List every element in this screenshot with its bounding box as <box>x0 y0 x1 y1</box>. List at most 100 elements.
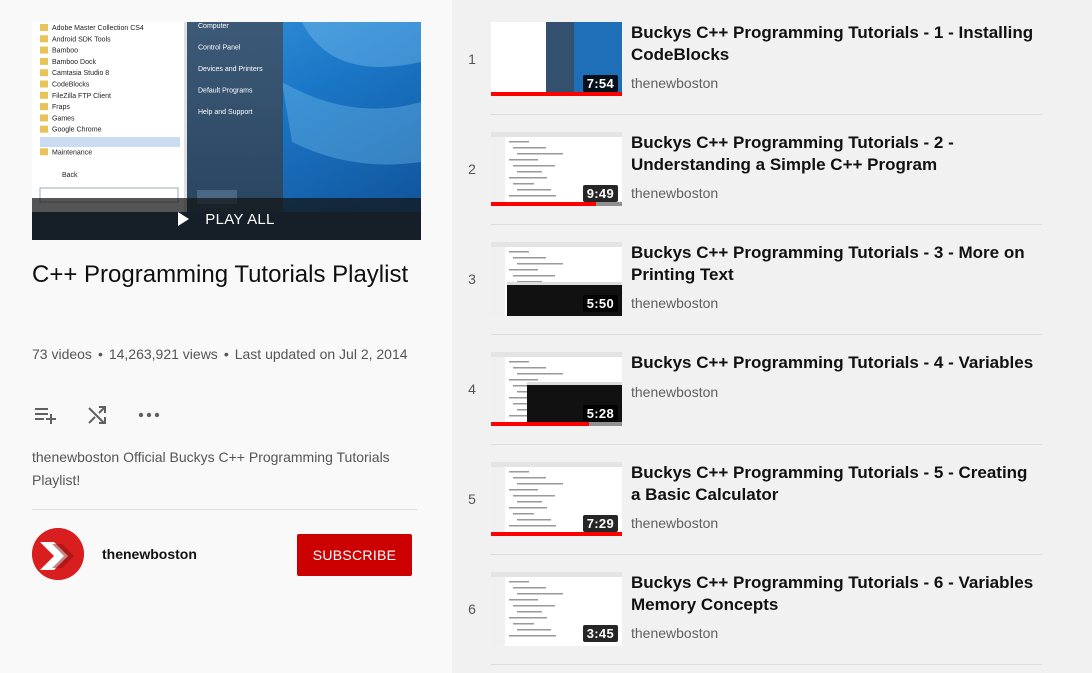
code-line <box>509 141 529 143</box>
view-count: 14,263,921 views <box>108 346 218 362</box>
shuffle-button[interactable] <box>84 402 110 428</box>
list-separator <box>491 664 1042 665</box>
code-line <box>517 263 563 265</box>
code-line <box>509 159 538 161</box>
playlist-video-item[interactable]: 3 5:50 Buckys C++ Programming Tutorials - … <box>452 220 1092 335</box>
playlist-thumbnail[interactable]: Adobe Master Collection CS4 Android SDK T… <box>32 22 421 240</box>
video-title[interactable]: Buckys C++ Programming Tutorials - 4 - V… <box>631 352 1041 374</box>
code-line <box>509 489 538 491</box>
code-line <box>513 183 534 185</box>
video-thumbnail[interactable]: 5:50 <box>491 242 622 316</box>
stats-separator: • <box>223 346 229 362</box>
folder-icon <box>40 24 48 31</box>
video-title[interactable]: Buckys C++ Programming Tutorials - 3 - M… <box>631 242 1041 286</box>
channel-name[interactable]: thenewboston <box>102 546 197 562</box>
add-to-queue-icon <box>35 408 56 424</box>
playlist-video-item[interactable]: 5 7:29 Buckys C++ Programming Tutorials - … <box>452 440 1092 555</box>
play-all-label: PLAY ALL <box>205 210 275 228</box>
video-channel[interactable]: thenewboston <box>631 625 718 641</box>
folder-icon <box>40 148 48 156</box>
video-title[interactable]: Buckys C++ Programming Tutorials - 1 - I… <box>631 22 1041 66</box>
folder-icon <box>40 35 48 43</box>
start-menu-program: Camtasia Studio 8 <box>52 70 109 77</box>
playlist-sidebar: Adobe Master Collection CS4 Android SDK T… <box>0 0 452 673</box>
video-thumbnail[interactable]: 3:45 <box>491 572 622 646</box>
start-menu-program: Fraps <box>52 104 70 111</box>
start-menu-program: Android SDK Tools <box>52 36 111 43</box>
start-menu-program: Bamboo <box>52 48 78 55</box>
code-line <box>517 153 563 155</box>
video-channel[interactable]: thenewboston <box>631 185 718 201</box>
code-line <box>517 593 563 595</box>
play-all-button[interactable]: PLAY ALL <box>32 198 421 240</box>
code-line <box>517 189 551 191</box>
code-line <box>509 599 538 601</box>
video-channel[interactable]: thenewboston <box>631 295 718 311</box>
code-line <box>517 483 563 485</box>
code-line <box>509 269 538 271</box>
play-icon <box>178 212 190 226</box>
start-menu-link: Devices and Printers <box>198 66 263 73</box>
code-line <box>513 623 534 625</box>
code-line <box>509 471 529 473</box>
more-icon <box>138 412 160 418</box>
video-index: 6 <box>468 601 476 617</box>
video-index: 2 <box>468 161 476 177</box>
folder-icon <box>40 125 48 133</box>
channel-avatar[interactable] <box>32 528 84 580</box>
start-menu-program: Bamboo Dock <box>52 59 96 66</box>
code-line <box>513 147 546 149</box>
stats-separator: • <box>97 346 103 362</box>
video-thumbnail[interactable]: 5:28 <box>491 352 622 426</box>
add-to-queue-button[interactable] <box>32 402 58 428</box>
thenewboston-logo-icon <box>32 528 84 580</box>
code-line <box>513 257 546 259</box>
start-menu-program: FileZilla FTP Client <box>52 93 111 100</box>
code-line <box>517 501 542 503</box>
shuffle-icon <box>88 406 106 424</box>
divider <box>32 509 417 510</box>
code-line <box>513 275 555 277</box>
code-line <box>509 251 529 253</box>
watch-progress-bar <box>491 422 589 426</box>
folder-icon <box>40 46 48 54</box>
video-index: 1 <box>468 51 476 67</box>
playlist-description: thenewboston Official Buckys C++ Program… <box>32 449 390 488</box>
playlist-title[interactable]: C++ Programming Tutorials Playlist <box>32 258 412 291</box>
video-thumbnail[interactable]: 7:29 <box>491 462 622 536</box>
video-thumbnail[interactable]: 7:54 <box>491 22 622 96</box>
video-index: 3 <box>468 271 476 287</box>
video-title[interactable]: Buckys C++ Programming Tutorials - 5 - C… <box>631 462 1041 506</box>
video-title[interactable]: Buckys C++ Programming Tutorials - 6 - V… <box>631 572 1041 616</box>
video-channel[interactable]: thenewboston <box>631 75 718 91</box>
playlist-video-item[interactable]: 6 3:45 Buckys C++ Programming Tutorials - … <box>452 550 1092 665</box>
code-line <box>509 195 556 197</box>
start-menu-program: Games <box>52 115 75 122</box>
code-line <box>509 177 547 179</box>
video-count: 73 videos <box>32 346 92 362</box>
video-duration: 5:28 <box>582 405 618 422</box>
playlist-video-item[interactable]: 4 5:28 Buckys C++ Programming Tutorials - … <box>452 330 1092 445</box>
last-updated: Last updated on Jul 2, 2014 <box>234 346 408 362</box>
more-actions-button[interactable] <box>136 402 162 428</box>
code-line <box>517 519 551 521</box>
video-index: 5 <box>468 491 476 507</box>
playlist-video-item[interactable]: 1 7:54 Buckys C++ Programming Tutorials - … <box>452 0 1092 115</box>
video-duration: 7:29 <box>582 515 618 532</box>
subscribe-button[interactable]: SUBSCRIBE <box>297 534 412 576</box>
code-line <box>513 367 546 369</box>
playlist-video-item[interactable]: 2 9:49 Buckys C++ Programming Tutorials - … <box>452 110 1092 225</box>
code-line <box>517 611 542 613</box>
playlist-owner: thenewboston SUBSCRIBE <box>32 527 418 581</box>
start-menu-program: Adobe Master Collection CS4 <box>52 25 144 32</box>
video-channel[interactable]: thenewboston <box>631 384 718 400</box>
code-line <box>513 587 546 589</box>
start-menu-link: Computer <box>198 23 229 30</box>
video-channel[interactable]: thenewboston <box>631 515 718 531</box>
code-line <box>517 171 542 173</box>
folder-icon <box>40 91 48 99</box>
watch-progress-bar <box>491 532 622 536</box>
video-thumbnail[interactable]: 9:49 <box>491 132 622 206</box>
video-title[interactable]: Buckys C++ Programming Tutorials - 2 - U… <box>631 132 1041 176</box>
video-duration: 9:49 <box>582 185 618 202</box>
